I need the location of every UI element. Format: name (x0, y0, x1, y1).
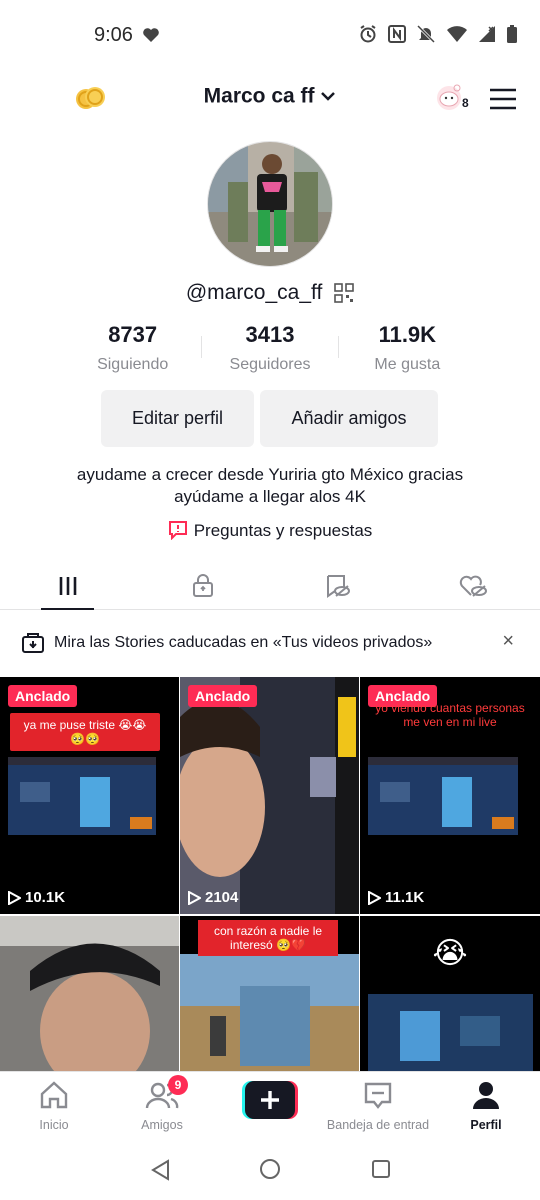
wifi-icon (447, 26, 467, 42)
video-caption: ya me puse triste 😭😭🥺🥺 (10, 713, 160, 751)
nav-profile[interactable]: Perfil (432, 1072, 540, 1139)
video-thumbnail[interactable]: con razón a nadie le interesó 🥺💔 (180, 916, 359, 1076)
video-thumbnail-image (180, 677, 359, 914)
status-bar: 9:06 (0, 0, 540, 72)
play-icon (368, 890, 381, 905)
view-count: 10.1K (8, 889, 65, 906)
followers-stat[interactable]: 3413 Seguidores (201, 322, 338, 374)
question-chat-icon (168, 521, 187, 541)
nav-home[interactable]: Inicio (0, 1072, 108, 1139)
bottom-nav: Inicio 9 Amigos Bandeja de entrad Perfil (0, 1071, 540, 1139)
video-thumbnail[interactable]: 😭 (360, 916, 540, 1076)
mute-bell-icon (416, 24, 436, 44)
video-thumbnail[interactable]: Anclado ya me puse triste 😭😭🥺🥺 10.1K (0, 677, 179, 914)
profile-tabs (0, 562, 540, 610)
qr-code-icon[interactable] (334, 283, 354, 304)
avatar-photo (208, 142, 332, 266)
avatar[interactable] (207, 141, 333, 267)
pinned-badge: Anclado (188, 685, 258, 707)
heart-status-icon (143, 28, 159, 42)
video-caption: yo viendo cuantas personas me ven en mi … (375, 701, 525, 729)
video-thumbnail-image (0, 916, 179, 1076)
profile-icon (473, 1082, 499, 1109)
nav-home-label: Inicio (39, 1118, 69, 1132)
view-count-value: 2104 (205, 889, 239, 906)
close-icon[interactable]: × (502, 630, 514, 653)
handle-row: @marco_ca_ff (0, 281, 540, 305)
tab-reposts[interactable] (270, 562, 405, 609)
view-count: 11.1K (368, 889, 424, 906)
play-icon (8, 890, 21, 905)
nav-friends-label: Amigos (141, 1118, 183, 1132)
home-icon (40, 1081, 68, 1109)
nav-inbox[interactable]: Bandeja de entrad (324, 1072, 432, 1139)
following-label: Siguiendo (97, 356, 169, 373)
nav-inbox-label: Bandeja de entrad (326, 1118, 430, 1132)
qa-link[interactable]: Preguntas y respuestas (0, 520, 540, 541)
tab-liked[interactable] (405, 562, 540, 609)
nav-profile-label: Perfil (470, 1118, 502, 1132)
view-count: 2104 (188, 889, 238, 906)
nfc-icon (388, 25, 406, 43)
grid-icon (59, 576, 76, 595)
pinned-badge: Anclado (8, 685, 78, 707)
nav-friends[interactable]: 9 Amigos (108, 1072, 216, 1139)
create-plus-icon (242, 1081, 298, 1119)
profile-header: Marco ca ff 8 (0, 78, 540, 122)
heart-hidden-icon (459, 575, 487, 597)
friends-badge: 9 (168, 1075, 188, 1095)
status-time: 9:06 (94, 24, 133, 46)
stories-archive-icon (22, 633, 44, 653)
inbox-icon (364, 1082, 392, 1109)
likes-label: Me gusta (374, 356, 441, 373)
profile-actions: Editar perfil Añadir amigos (101, 390, 438, 447)
qa-label: Preguntas y respuestas (193, 521, 373, 540)
bio-line: ayúdame a llegar alos 4K (174, 487, 366, 506)
lock-icon (192, 573, 213, 597)
video-caption: con razón a nadie le interesó 🥺💔 (198, 920, 338, 956)
profile-stats: 8737 Siguiendo 3413 Seguidores 11.9K Me … (64, 322, 476, 374)
video-caption: 😭 (432, 937, 468, 970)
bookmark-hidden-icon (326, 574, 350, 598)
system-nav-bar (0, 1140, 540, 1200)
profile-handle: @marco_ca_ff (185, 281, 323, 304)
hamburger-menu-icon[interactable] (489, 88, 517, 110)
add-friends-button[interactable]: Añadir amigos (260, 390, 438, 447)
likes-stat[interactable]: 11.9K Me gusta (339, 322, 476, 374)
nav-create[interactable] (216, 1072, 324, 1139)
pet-count: 8 (462, 96, 469, 110)
recents-icon[interactable] (371, 1159, 391, 1179)
signal-icon (479, 26, 495, 42)
back-icon[interactable] (150, 1159, 170, 1181)
profile-bio: ayudame a crecer desde Yuriria gto Méxic… (0, 464, 540, 508)
followers-label: Seguidores (229, 356, 311, 373)
following-stat[interactable]: 8737 Siguiendo (64, 322, 201, 374)
tab-private[interactable] (135, 562, 270, 609)
followers-count: 3413 (245, 322, 295, 347)
tab-videos[interactable] (0, 562, 135, 610)
pet-icon[interactable] (434, 82, 464, 112)
stories-banner[interactable]: Mira las Stories caducadas en «Tus video… (0, 612, 540, 674)
battery-icon (507, 25, 517, 43)
home-circle-icon[interactable] (259, 1158, 281, 1180)
view-count-value: 10.1K (25, 889, 66, 906)
alarm-icon (360, 25, 376, 43)
likes-count: 11.9K (378, 322, 437, 347)
video-thumbnail[interactable]: Anclado yo viendo cuantas personas me ve… (360, 677, 540, 914)
following-count: 8737 (108, 322, 158, 347)
bio-line: ayudame a crecer desde Yuriria gto Méxic… (76, 465, 464, 484)
video-thumbnail[interactable] (0, 916, 179, 1076)
edit-profile-button[interactable]: Editar perfil (101, 390, 254, 447)
video-grid: Anclado ya me puse triste 😭😭🥺🥺 10.1K Anc… (0, 677, 540, 1076)
banner-text: Mira las Stories caducadas en «Tus video… (54, 634, 433, 651)
view-count-value: 11.1K (385, 889, 425, 906)
chevron-down-icon (321, 92, 336, 102)
video-thumbnail[interactable]: Anclado 2104 (180, 677, 359, 914)
play-icon (188, 890, 201, 905)
profile-title: Marco ca ff (203, 84, 315, 108)
